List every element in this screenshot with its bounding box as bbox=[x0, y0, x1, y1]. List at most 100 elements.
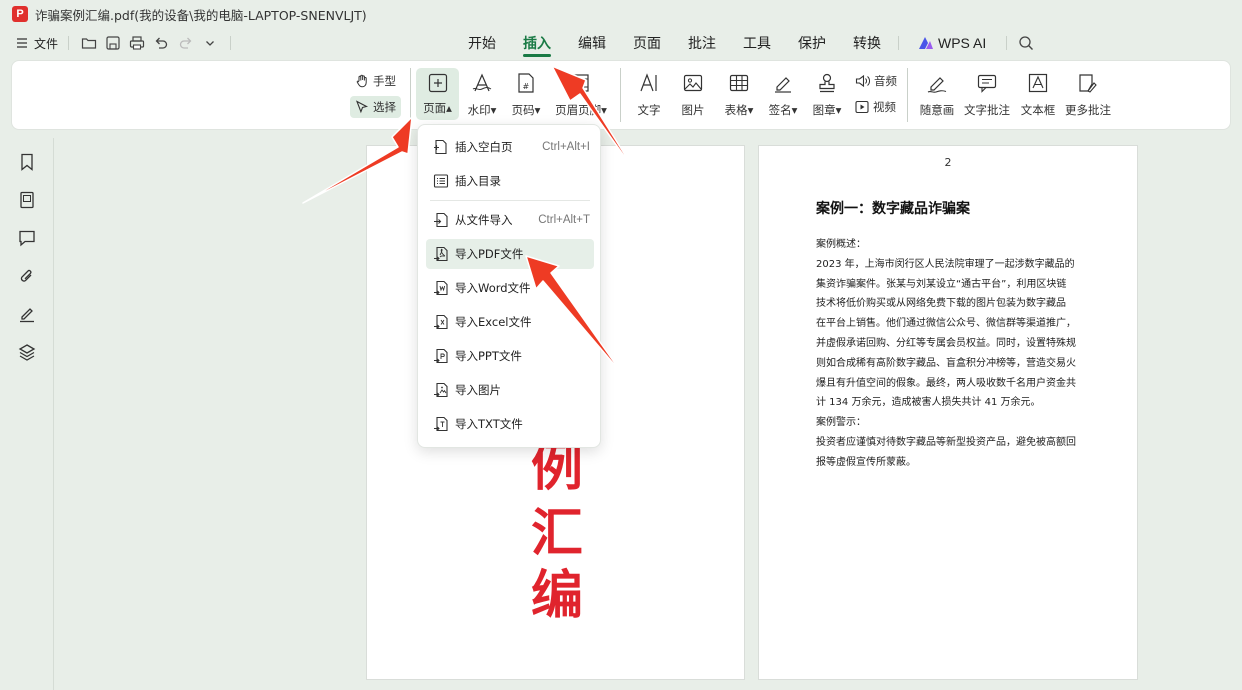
print-icon[interactable] bbox=[128, 34, 146, 52]
attachment-icon[interactable] bbox=[17, 266, 37, 286]
chevron-down-icon[interactable] bbox=[201, 34, 219, 52]
import-pdf-item[interactable]: 导入PDF文件 bbox=[426, 239, 594, 269]
case-text-line: 并虚假承诺回购、分红等专属会员权益。同时，设置特殊规 bbox=[816, 337, 1076, 349]
insert-blank-page-item[interactable]: 插入空白页 Ctrl+Alt+I bbox=[426, 132, 594, 162]
tab-edit[interactable]: 编辑 bbox=[578, 28, 606, 58]
tab-comment[interactable]: 批注 bbox=[688, 28, 716, 58]
menu-item-label: 插入空白页 bbox=[455, 140, 513, 154]
textbox-icon bbox=[1025, 70, 1051, 96]
divider bbox=[907, 68, 908, 122]
file-menu-button[interactable]: 文件 bbox=[16, 28, 58, 58]
left-sidebar bbox=[0, 138, 54, 690]
signature-button[interactable]: 签名▾ bbox=[763, 70, 803, 118]
page-number-icon: # bbox=[513, 70, 539, 96]
stamp-button[interactable]: 图章▾ bbox=[807, 70, 847, 118]
comment-icon[interactable] bbox=[17, 228, 37, 248]
tab-convert[interactable]: 转换 bbox=[853, 28, 881, 58]
menu-item-label: 插入目录 bbox=[455, 174, 501, 188]
cursor-arrow-icon bbox=[355, 100, 369, 114]
hand-tool-button[interactable]: 手型 bbox=[350, 70, 401, 92]
case-text-line: 则如合成稀有高阶数字藏品、盲盒积分冲榜等，营造交易火 bbox=[816, 357, 1076, 369]
import-ppt-item[interactable]: 导入PPT文件 bbox=[426, 341, 594, 371]
hand-tool-label: 手型 bbox=[373, 74, 396, 88]
wps-ai-icon bbox=[919, 37, 933, 49]
blank-page-icon bbox=[434, 139, 447, 155]
page-number-button[interactable]: # 页码▾ bbox=[506, 70, 546, 118]
more-comments-label: 更多批注 bbox=[1065, 103, 1111, 117]
image-icon bbox=[680, 70, 706, 96]
import-image-item[interactable]: 导入图片 bbox=[426, 375, 594, 405]
stamp-icon bbox=[814, 70, 840, 96]
insert-table-button[interactable]: 表格▾ bbox=[719, 70, 759, 118]
freehand-pen-icon bbox=[924, 70, 950, 96]
insert-table-label: 表格 bbox=[724, 103, 748, 117]
video-label: 视频 bbox=[873, 100, 896, 114]
text-icon bbox=[636, 70, 662, 96]
svg-text:#: # bbox=[523, 82, 530, 91]
case-text-line: 报等虚假宣传所蒙蔽。 bbox=[816, 456, 916, 468]
import-from-file-item[interactable]: 从文件导入 Ctrl+Alt+T bbox=[426, 205, 594, 235]
watermark-button[interactable]: 水印▾ bbox=[462, 70, 502, 118]
menu-item-label: 导入TXT文件 bbox=[455, 417, 523, 431]
video-button[interactable]: 视频 bbox=[850, 96, 901, 118]
hand-icon bbox=[356, 74, 367, 88]
case-text-line: 2023 年，上海市闵行区人民法院审理了一起涉数字藏品的 bbox=[816, 258, 1075, 270]
thumbnail-icon[interactable] bbox=[17, 190, 37, 210]
save-icon[interactable] bbox=[104, 34, 122, 52]
speaker-icon bbox=[855, 74, 870, 88]
insert-text-button[interactable]: 文字 bbox=[634, 70, 664, 118]
tab-insert[interactable]: 插入 bbox=[523, 28, 551, 58]
header-footer-button[interactable]: 页眉页脚▾ bbox=[551, 70, 611, 118]
freehand-label: 随意画 bbox=[919, 103, 955, 117]
wps-ai-label: WPS AI bbox=[938, 35, 987, 51]
redo-icon[interactable] bbox=[177, 34, 195, 52]
page-number: 2 bbox=[944, 156, 952, 169]
page-number-label: 页码 bbox=[511, 103, 535, 117]
case-text-line: 技术将低价购买或从网络免费下载的图片包装为数字藏品 bbox=[816, 298, 1066, 310]
tab-page[interactable]: 页面 bbox=[633, 28, 661, 58]
audio-button[interactable]: 音频 bbox=[850, 70, 902, 92]
text-comment-icon bbox=[974, 70, 1000, 96]
case-text-line: 案例概述： bbox=[816, 239, 866, 250]
watermark-icon bbox=[469, 70, 495, 96]
title-bar: P 诈骗案例汇编.pdf(我的设备\我的电脑-LAPTOP-SNENVLJT) bbox=[0, 0, 1242, 28]
txt-file-icon bbox=[434, 416, 448, 432]
audio-label: 音频 bbox=[874, 74, 897, 88]
select-tool-button[interactable]: 选择 bbox=[350, 96, 401, 118]
case-text-line: 集资诈骗案件。张某与刘某设立“通古平台”，利用区块链 bbox=[816, 278, 1067, 290]
textbox-button[interactable]: 文本框 bbox=[1018, 70, 1058, 118]
menu-item-label: 导入Excel文件 bbox=[455, 315, 532, 329]
cover-title-char: 汇 bbox=[530, 504, 583, 564]
undo-icon[interactable] bbox=[152, 34, 170, 52]
insert-text-label: 文字 bbox=[637, 103, 661, 117]
freehand-button[interactable]: 随意画 bbox=[916, 70, 958, 118]
tab-start[interactable]: 开始 bbox=[468, 28, 496, 58]
menu-item-label: 导入Word文件 bbox=[455, 281, 531, 295]
wps-pdf-logo: P bbox=[12, 6, 28, 22]
menu-bar: 文件 开始 插入 编辑 页面 批注 工具 保护 转换 WPS AI bbox=[0, 28, 1242, 58]
import-txt-item[interactable]: 导入TXT文件 bbox=[426, 409, 594, 439]
insert-page-button[interactable]: 页面▴ bbox=[416, 68, 459, 120]
file-menu-label: 文件 bbox=[34, 36, 59, 51]
open-folder-icon[interactable] bbox=[80, 34, 98, 52]
insert-toc-item[interactable]: 插入目录 bbox=[426, 166, 594, 196]
header-footer-icon bbox=[568, 70, 594, 96]
window-title: 诈骗案例汇编.pdf(我的设备\我的电脑-LAPTOP-SNENVLJT) bbox=[35, 7, 367, 23]
wps-ai-button[interactable]: WPS AI bbox=[918, 28, 986, 58]
insert-image-button[interactable]: 图片 bbox=[678, 70, 708, 118]
ppt-file-icon bbox=[434, 348, 448, 364]
bookmark-icon[interactable] bbox=[17, 152, 37, 172]
layers-icon[interactable] bbox=[17, 342, 37, 362]
insert-image-label: 图片 bbox=[681, 103, 705, 117]
more-comments-button[interactable]: 更多批注 bbox=[1063, 70, 1113, 118]
video-icon bbox=[855, 100, 869, 114]
import-word-item[interactable]: 导入Word文件 bbox=[426, 273, 594, 303]
text-comment-button[interactable]: 文字批注 bbox=[962, 70, 1012, 118]
header-footer-label: 页眉页脚 bbox=[555, 103, 602, 117]
text-comment-label: 文字批注 bbox=[964, 103, 1010, 117]
signature-pen-icon[interactable] bbox=[17, 304, 37, 324]
tab-tools[interactable]: 工具 bbox=[743, 28, 771, 58]
import-excel-item[interactable]: 导入Excel文件 bbox=[426, 307, 594, 337]
tab-protect[interactable]: 保护 bbox=[798, 28, 826, 58]
search-icon[interactable] bbox=[1017, 34, 1035, 52]
